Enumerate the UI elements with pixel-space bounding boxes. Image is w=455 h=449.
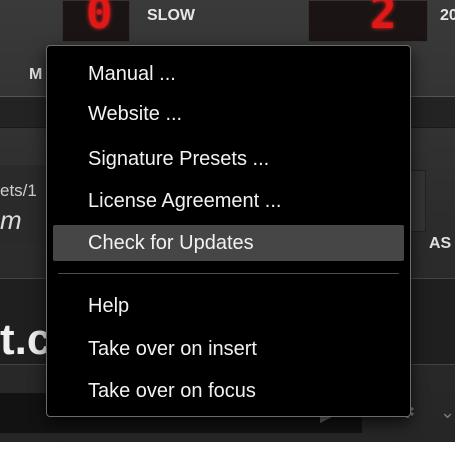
- menu-item-signature-presets[interactable]: Signature Presets ...: [53, 141, 404, 177]
- preset-name: m: [0, 205, 22, 235]
- chevron-down-icon[interactable]: ⌄: [440, 402, 455, 423]
- mode-label: M: [29, 66, 43, 83]
- menu-item-help[interactable]: Help: [53, 288, 404, 324]
- speed-label: SLOW: [147, 7, 195, 24]
- right-side-label: AS: [429, 235, 452, 252]
- menu-item-take-over-focus[interactable]: Take over on focus: [53, 373, 404, 409]
- context-menu: Manual ... Website ... Signature Presets…: [46, 45, 411, 417]
- menu-separator: [58, 273, 399, 274]
- menu-item-license-agreement[interactable]: License Agreement ...: [53, 183, 404, 219]
- brand-logo: t.c: [0, 315, 52, 364]
- right-value-label: 20: [440, 7, 455, 24]
- preset-path: ets/1: [0, 181, 37, 200]
- menu-item-manual[interactable]: Manual ...: [53, 56, 404, 92]
- right-control[interactable]: [410, 170, 426, 232]
- menu-item-website[interactable]: Website ...: [53, 96, 404, 132]
- led-digit-right: 2: [370, 0, 397, 39]
- led-digit-left: 0: [86, 0, 113, 39]
- menu-item-check-for-updates[interactable]: Check for Updates: [53, 225, 404, 261]
- led-display-right: [308, 0, 428, 42]
- menu-item-take-over-insert[interactable]: Take over on insert: [53, 331, 404, 367]
- screen: 0 SLOW 2 20 M ets/1 m AS t.c ▶ ✱ ⌄ Manua…: [0, 0, 455, 449]
